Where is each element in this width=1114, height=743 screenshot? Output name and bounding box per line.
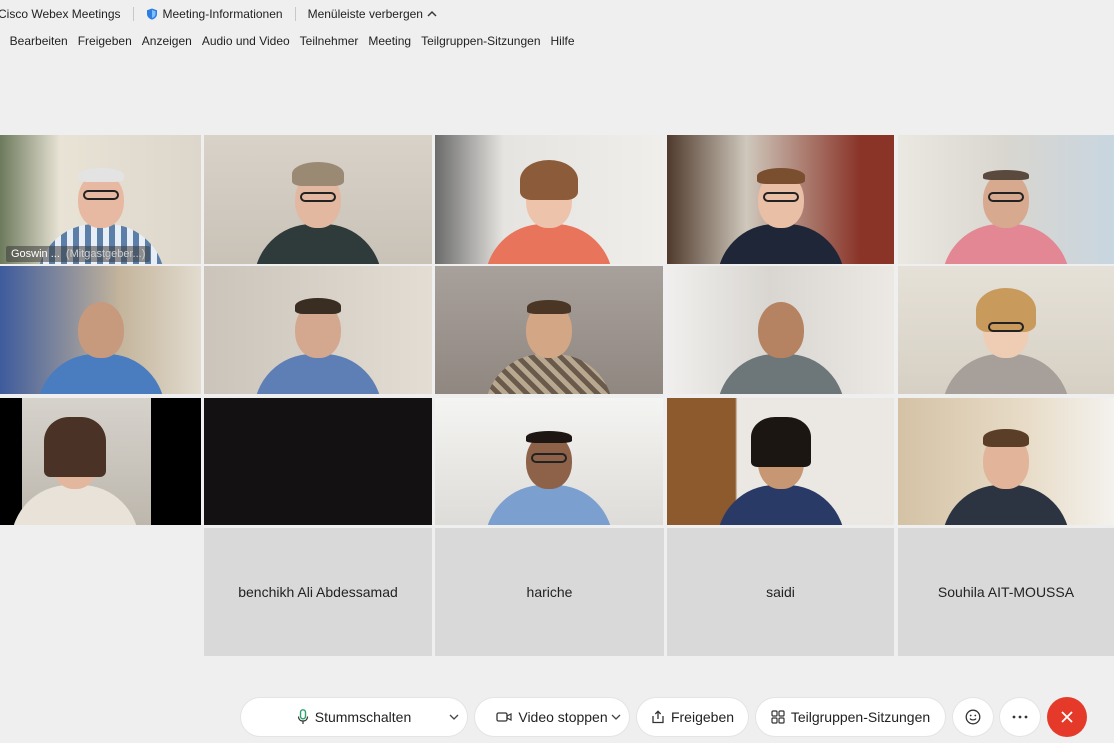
active-speaker-name: Goswin ... bbox=[11, 248, 60, 260]
shield-icon bbox=[146, 8, 157, 20]
hide-menubar-label: Menüleiste verbergen bbox=[307, 7, 423, 21]
title-bar: Cisco Webex Meetings Meeting-Information… bbox=[0, 0, 1114, 28]
video-tile[interactable] bbox=[0, 266, 201, 394]
video-tile[interactable] bbox=[667, 398, 894, 525]
participant-tile[interactable]: Souhila AIT-MOUSSA bbox=[898, 528, 1114, 656]
video-tile[interactable] bbox=[435, 398, 663, 525]
share-button[interactable]: Freigeben bbox=[637, 698, 748, 736]
participant-name: hariche bbox=[526, 584, 573, 600]
more-icon bbox=[1012, 715, 1028, 719]
participant-tile[interactable]: hariche bbox=[435, 528, 664, 656]
video-tile[interactable] bbox=[898, 135, 1114, 264]
participant-video bbox=[716, 284, 845, 394]
chevron-down-icon[interactable] bbox=[449, 714, 459, 720]
title-divider-2 bbox=[294, 7, 296, 21]
video-tile-active-speaker[interactable]: Goswin ... (Mitgastgeber...) bbox=[0, 135, 201, 264]
participant-tile[interactable]: saidi bbox=[667, 528, 894, 656]
meeting-info-label: Meeting-Informationen bbox=[162, 7, 283, 21]
participant-tile[interactable]: benchikh Ali Abdessamad bbox=[204, 528, 432, 656]
video-tile[interactable] bbox=[204, 266, 432, 394]
video-tile[interactable] bbox=[667, 266, 894, 394]
video-tile[interactable] bbox=[435, 266, 663, 394]
participant-video bbox=[485, 154, 613, 264]
active-speaker-role: (Mitgastgeber...) bbox=[65, 248, 146, 260]
breakout-grid-icon bbox=[771, 710, 785, 724]
participant-video bbox=[254, 154, 382, 264]
chevron-down-icon[interactable] bbox=[611, 714, 621, 720]
video-tile-camera-off[interactable] bbox=[204, 398, 432, 525]
participant-video bbox=[942, 415, 1070, 525]
video-tile[interactable] bbox=[667, 135, 894, 264]
participant-video bbox=[11, 415, 139, 525]
participant-video bbox=[254, 284, 382, 394]
reactions-button[interactable] bbox=[953, 698, 993, 736]
menu-item-participants[interactable]: Teilnehmer bbox=[300, 34, 359, 48]
participant-video bbox=[942, 154, 1070, 264]
smiley-icon bbox=[965, 709, 981, 725]
active-speaker-nametag: Goswin ... (Mitgastgeber...) bbox=[6, 246, 151, 262]
participant-name: benchikh Ali Abdessamad bbox=[238, 584, 398, 600]
video-tile[interactable] bbox=[898, 266, 1114, 394]
share-label: Freigeben bbox=[670, 709, 735, 725]
video-tile[interactable] bbox=[0, 398, 201, 525]
video-label: Video stoppen bbox=[518, 709, 608, 725]
breakout-label: Teilgruppen-Sitzungen bbox=[790, 709, 931, 725]
menu-bar: i Bearbeiten Freigeben Anzeigen Audio un… bbox=[0, 30, 585, 52]
participant-name: saidi bbox=[766, 584, 795, 600]
participant-video bbox=[485, 415, 613, 525]
menu-item-view[interactable]: Anzeigen bbox=[142, 34, 192, 48]
menu-item-share[interactable]: Freigeben bbox=[78, 34, 132, 48]
close-icon bbox=[1061, 711, 1073, 723]
participant-name: Souhila AIT-MOUSSA bbox=[937, 584, 1075, 600]
menu-item-breakout[interactable]: Teilgruppen-Sitzungen bbox=[421, 34, 540, 48]
participant-video bbox=[485, 284, 613, 394]
hide-menubar-button[interactable]: Menüleiste verbergen bbox=[308, 7, 437, 21]
participant-video bbox=[716, 415, 845, 525]
mute-label: Stummschalten bbox=[314, 709, 412, 725]
share-icon bbox=[651, 710, 665, 724]
microphone-icon bbox=[297, 709, 309, 725]
video-tile[interactable] bbox=[435, 135, 663, 264]
meeting-info-button[interactable]: Meeting-Informationen bbox=[146, 7, 283, 21]
menu-item-meeting[interactable]: Meeting bbox=[368, 34, 411, 48]
video-tile[interactable] bbox=[204, 135, 432, 264]
participant-video bbox=[716, 154, 845, 264]
participant-video bbox=[36, 284, 165, 394]
menu-item-help[interactable]: Hilfe bbox=[551, 34, 575, 48]
stop-video-button[interactable]: Video stoppen bbox=[475, 698, 629, 736]
title-divider bbox=[132, 7, 134, 21]
more-options-button[interactable] bbox=[1000, 698, 1040, 736]
video-camera-icon bbox=[496, 711, 512, 723]
leave-meeting-button[interactable] bbox=[1047, 697, 1087, 737]
chevron-up-icon bbox=[427, 11, 437, 17]
menu-item-audio-video[interactable]: Audio und Video bbox=[202, 34, 290, 48]
video-tile[interactable] bbox=[898, 398, 1114, 525]
app-title: Cisco Webex Meetings bbox=[0, 7, 121, 21]
mute-button[interactable]: Stummschalten bbox=[241, 698, 467, 736]
participant-video bbox=[942, 284, 1070, 394]
menu-item-edit[interactable]: Bearbeiten bbox=[10, 34, 68, 48]
breakout-sessions-button[interactable]: Teilgruppen-Sitzungen bbox=[756, 698, 945, 736]
